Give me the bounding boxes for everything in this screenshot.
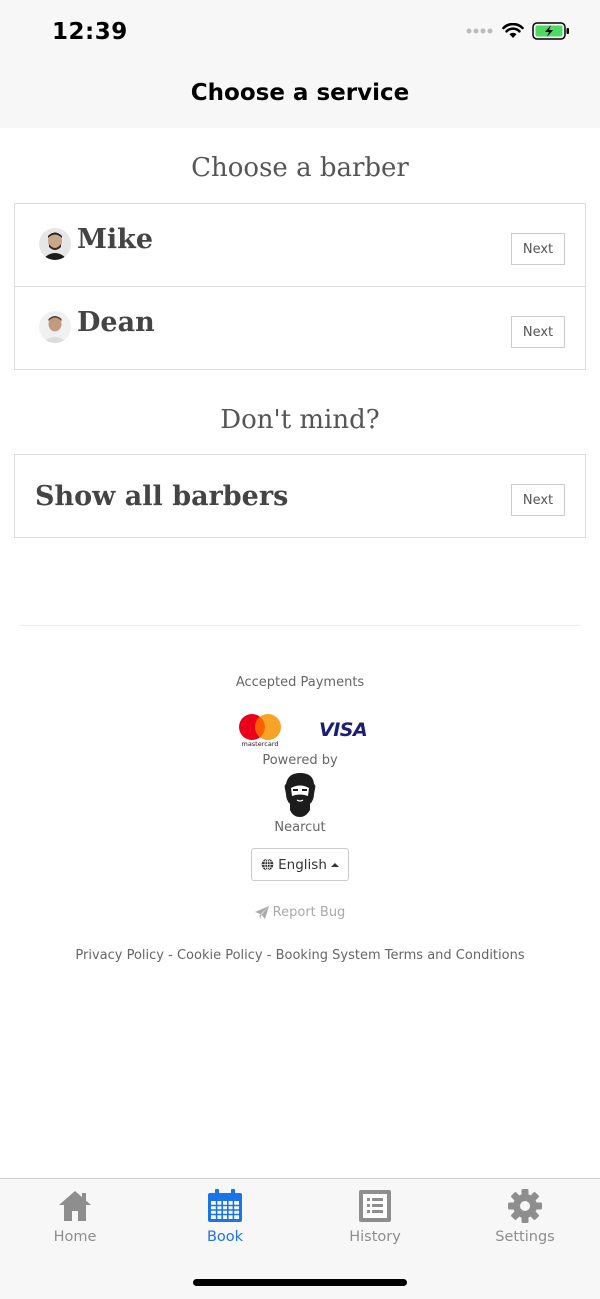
brand-name: Nearcut: [274, 820, 326, 835]
tab-label: History: [349, 1229, 401, 1245]
privacy-policy-link[interactable]: Privacy Policy: [75, 948, 164, 963]
nearcut-logo: [284, 773, 316, 817]
tab-label: Book: [206, 1229, 244, 1245]
show-all-barbers-card[interactable]: Show all barbers Next: [14, 454, 586, 538]
wifi-icon: [502, 23, 524, 38]
paper-plane-icon: [254, 906, 269, 919]
language-label: English: [278, 856, 327, 873]
next-button-mike[interactable]: Next: [511, 233, 565, 265]
payment-logos: mastercard VISA: [237, 712, 368, 750]
barber-card-dean[interactable]: Dean Next: [14, 286, 586, 370]
document-icon: [359, 1190, 391, 1222]
next-button-show-all[interactable]: Next: [511, 484, 565, 516]
status-icons: [466, 22, 570, 40]
barber-avatar-mike: [39, 228, 71, 260]
tab-settings[interactable]: Settings: [475, 1189, 575, 1245]
signal-dots-icon: [466, 28, 493, 34]
mastercard-label: mastercard: [241, 740, 279, 748]
tab-history[interactable]: History: [325, 1189, 425, 1245]
choose-barber-heading: Choose a barber: [191, 153, 409, 183]
globe-icon: [261, 858, 274, 871]
barber-name: Mike: [77, 224, 154, 255]
home-indicator: [193, 1279, 407, 1286]
footer-divider: [20, 625, 580, 626]
cookie-policy-link[interactable]: Cookie Policy: [177, 948, 263, 963]
tab-home[interactable]: Home: [25, 1189, 125, 1245]
report-bug-label: Report Bug: [272, 905, 346, 920]
caret-up-icon: [330, 862, 339, 867]
tab-book[interactable]: Book: [175, 1189, 275, 1245]
accepted-payments-label: Accepted Payments: [235, 675, 365, 690]
calendar-icon: [208, 1189, 242, 1222]
language-selector[interactable]: English: [251, 848, 349, 881]
legal-separator: -: [262, 948, 276, 963]
legal-separator: -: [164, 948, 177, 963]
page-title: Choose a service: [190, 80, 410, 106]
show-all-barbers-label: Show all barbers: [35, 481, 289, 512]
report-bug-link[interactable]: Report Bug: [0, 905, 600, 920]
barber-avatar-dean: [39, 311, 71, 343]
powered-by-label: Powered by: [262, 753, 338, 768]
status-time: 12:39: [52, 19, 128, 45]
visa-logo: VISA: [319, 719, 368, 741]
barber-card-mike[interactable]: Mike Next: [14, 203, 586, 287]
gear-icon: [508, 1189, 542, 1223]
terms-link[interactable]: Booking System Terms and Conditions: [276, 948, 525, 963]
house-icon: [59, 1191, 91, 1221]
tab-label: Settings: [495, 1229, 555, 1245]
barber-name: Dean: [77, 307, 155, 338]
status-bar: 12:39: [0, 0, 600, 60]
battery-charging-icon: [532, 22, 569, 40]
tab-label: Home: [53, 1229, 97, 1245]
dont-mind-heading: Don't mind?: [220, 405, 380, 435]
next-button-dean[interactable]: Next: [511, 316, 565, 348]
legal-links: Privacy Policy - Cookie Policy - Booking…: [0, 948, 600, 963]
